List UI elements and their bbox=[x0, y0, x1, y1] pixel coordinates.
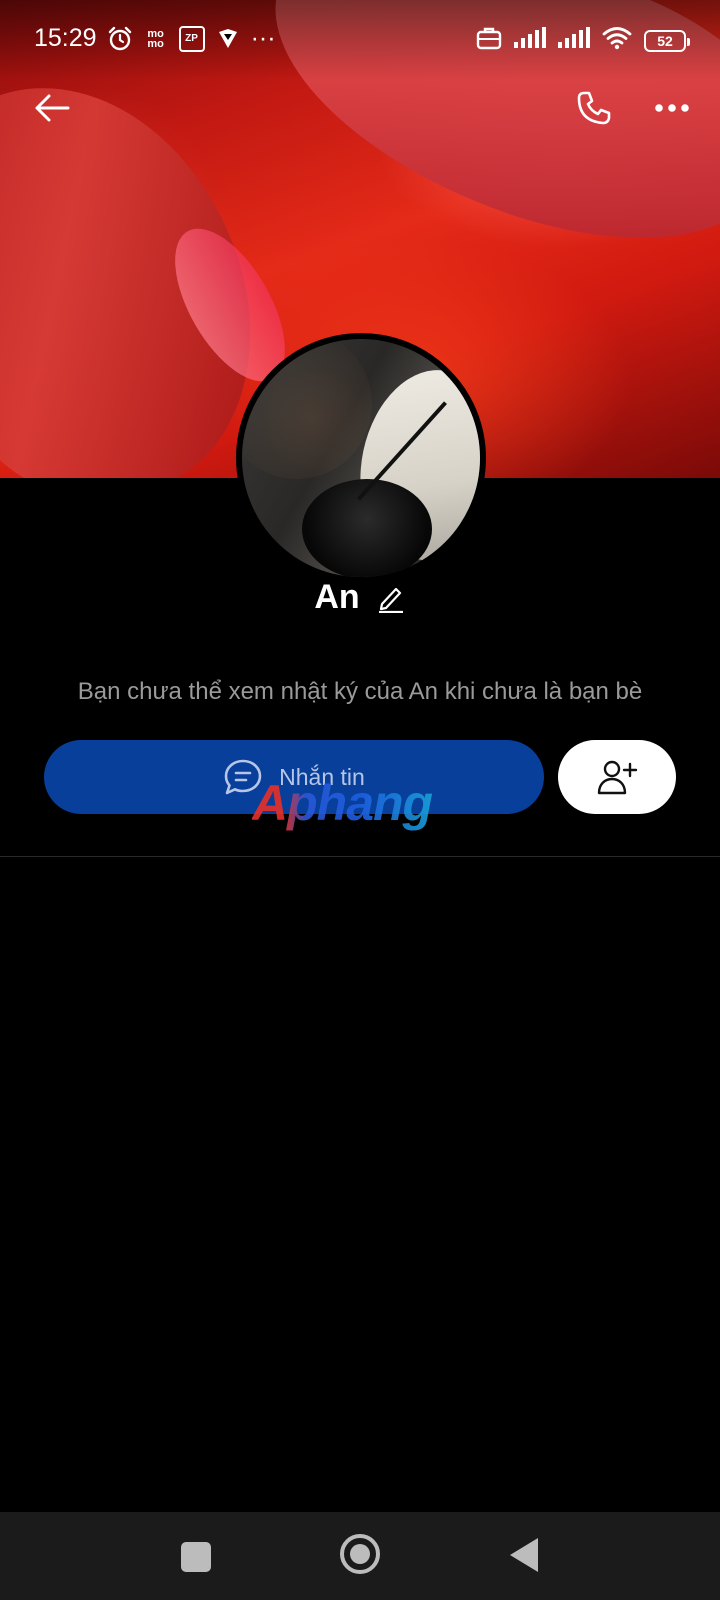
message-button-label: Nhắn tin bbox=[279, 763, 365, 790]
back-button[interactable] bbox=[30, 86, 74, 130]
battery-level: 52 bbox=[657, 32, 673, 49]
system-nav-bar bbox=[0, 1512, 720, 1600]
signal-icon-1 bbox=[514, 27, 546, 54]
phone-icon bbox=[577, 91, 611, 125]
momo-icon: mo mo bbox=[147, 27, 164, 50]
shield-icon bbox=[215, 26, 241, 52]
add-friend-button[interactable] bbox=[558, 740, 676, 814]
zalopay-icon: ZP bbox=[178, 25, 205, 52]
chat-bubble-icon bbox=[224, 759, 262, 795]
recent-apps-button[interactable] bbox=[181, 1542, 211, 1572]
call-button[interactable] bbox=[572, 86, 616, 130]
alarm-icon bbox=[107, 26, 133, 52]
profile-name: An bbox=[314, 578, 360, 616]
section-divider bbox=[0, 856, 720, 857]
status-bar: 15:29 mo mo ZP ··· 52 bbox=[0, 0, 720, 80]
pencil-icon[interactable] bbox=[376, 583, 406, 613]
profile-screen: 15:29 mo mo ZP ··· 52 An Bạn chưa thể xe… bbox=[0, 0, 720, 1600]
top-action-bar bbox=[0, 80, 720, 136]
status-right: 52 bbox=[476, 26, 690, 55]
message-button[interactable]: Nhắn tin bbox=[44, 740, 544, 814]
briefcase-icon bbox=[476, 26, 502, 55]
system-back-button[interactable] bbox=[510, 1538, 538, 1572]
profile-avatar[interactable] bbox=[236, 333, 486, 583]
add-user-icon bbox=[597, 760, 638, 795]
wifi-icon bbox=[602, 26, 632, 55]
status-time: 15:29 bbox=[34, 24, 97, 52]
status-left: 15:29 mo mo ZP ··· bbox=[34, 24, 276, 53]
profile-name-row: An bbox=[0, 578, 720, 617]
battery-icon: 52 bbox=[644, 29, 690, 52]
diary-restriction-text: Bạn chưa thể xem nhật ký của An khi chưa… bbox=[77, 678, 643, 705]
home-button[interactable] bbox=[340, 1534, 380, 1574]
status-overflow: ··· bbox=[250, 24, 276, 52]
more-horizontal-icon bbox=[655, 104, 689, 112]
signal-icon-2 bbox=[558, 27, 590, 54]
more-options-button[interactable] bbox=[648, 86, 696, 130]
avatar-photo bbox=[242, 339, 480, 577]
arrow-left-icon bbox=[35, 94, 70, 122]
